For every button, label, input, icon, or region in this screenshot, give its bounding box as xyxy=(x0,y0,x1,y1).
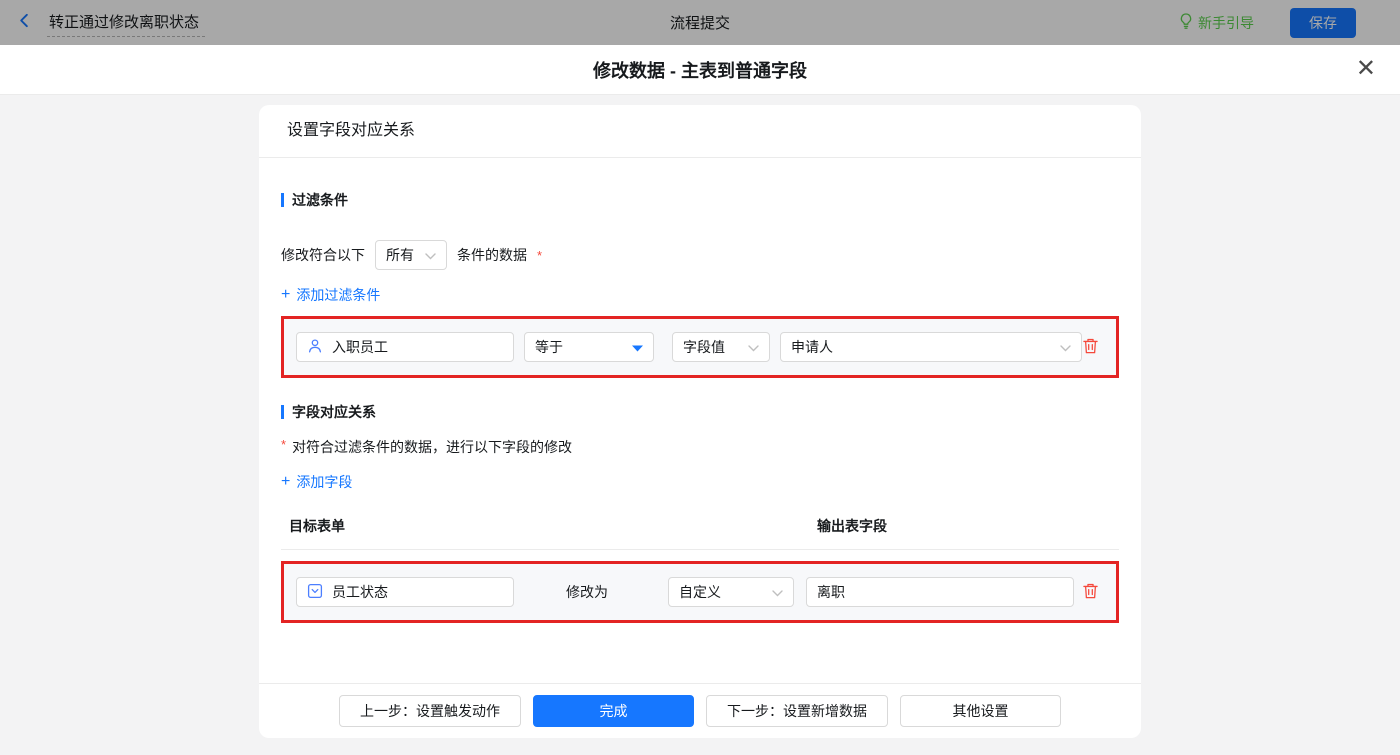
trash-icon xyxy=(1082,582,1099,603)
mapping-column-headers: 目标表单 输出表字段 xyxy=(281,516,1119,550)
target-field-select[interactable]: 员工状态 xyxy=(296,577,514,607)
settings-card: 设置字段对应关系 过滤条件 修改符合以下 所有 条件的数据 * + 添加过滤条件… xyxy=(259,105,1141,738)
section-accent-bar xyxy=(281,405,284,419)
chevron-down-icon xyxy=(748,339,759,355)
match-prefix-label: 修改符合以下 xyxy=(281,247,365,263)
section-accent-bar xyxy=(281,193,284,207)
chevron-down-icon xyxy=(425,247,436,263)
operator-select[interactable]: 等于 xyxy=(524,332,654,362)
modal-body: 设置字段对应关系 过滤条件 修改符合以下 所有 条件的数据 * + 添加过滤条件… xyxy=(0,95,1400,755)
filter-section-title: 过滤条件 xyxy=(281,190,1119,210)
card-footer: 上一步：设置触发动作 完成 下一步：设置新增数据 其他设置 xyxy=(259,683,1141,738)
target-form-column-header: 目标表单 xyxy=(289,518,345,534)
close-icon[interactable]: ✕ xyxy=(1356,56,1376,80)
match-suffix-label: 条件的数据 xyxy=(457,247,527,263)
done-button[interactable]: 完成 xyxy=(533,695,694,727)
select-box-icon xyxy=(307,583,323,602)
output-field-column-header: 输出表字段 xyxy=(817,518,887,534)
condition-field-select[interactable]: 入职员工 xyxy=(296,332,514,362)
filter-condition-highlight-box: 入职员工 等于 字段值 申请人 xyxy=(281,316,1119,378)
mapping-section-title: 字段对应关系 xyxy=(281,402,1119,422)
modal-title: 修改数据 - 主表到普通字段 xyxy=(593,60,807,81)
field-mapping-highlight-box: 员工状态 修改为 自定义 xyxy=(281,561,1119,623)
add-filter-condition-link[interactable]: + 添加过滤条件 xyxy=(281,285,380,305)
modal-header: 修改数据 - 主表到普通字段 ✕ xyxy=(0,45,1400,95)
card-title: 设置字段对应关系 xyxy=(259,105,1141,158)
card-content: 过滤条件 修改符合以下 所有 条件的数据 * + 添加过滤条件 入职员工 等于 … xyxy=(259,158,1141,683)
plus-icon: + xyxy=(281,473,291,490)
value-type-select[interactable]: 字段值 xyxy=(672,332,770,362)
chevron-down-icon xyxy=(772,584,783,600)
required-asterisk: * xyxy=(537,247,543,263)
other-settings-button[interactable]: 其他设置 xyxy=(900,695,1061,727)
person-icon xyxy=(307,338,323,357)
value-mode-select[interactable]: 自定义 xyxy=(668,577,794,607)
trash-icon xyxy=(1082,337,1099,358)
dim-overlay xyxy=(0,0,1400,45)
modify-to-label: 修改为 xyxy=(566,584,608,600)
chevron-down-icon xyxy=(1060,339,1071,355)
mapping-description: * 对符合过滤条件的数据，进行以下字段的修改 xyxy=(281,437,573,455)
custom-value-input[interactable] xyxy=(806,577,1074,607)
condition-value-select[interactable]: 申请人 xyxy=(780,332,1082,362)
edit-data-modal: 修改数据 - 主表到普通字段 ✕ 设置字段对应关系 过滤条件 修改符合以下 所有 xyxy=(0,45,1400,755)
required-asterisk: * xyxy=(281,437,287,452)
delete-mapping-button[interactable] xyxy=(1082,582,1099,603)
caret-down-filled-icon xyxy=(632,339,643,355)
match-rule-row: 修改符合以下 所有 条件的数据 * xyxy=(281,240,1119,270)
next-step-button[interactable]: 下一步：设置新增数据 xyxy=(706,695,888,727)
prev-step-button[interactable]: 上一步：设置触发动作 xyxy=(339,695,521,727)
add-field-link[interactable]: + 添加字段 xyxy=(281,472,352,492)
delete-condition-button[interactable] xyxy=(1082,337,1099,358)
plus-icon: + xyxy=(281,286,291,303)
match-scope-select[interactable]: 所有 xyxy=(375,240,447,270)
